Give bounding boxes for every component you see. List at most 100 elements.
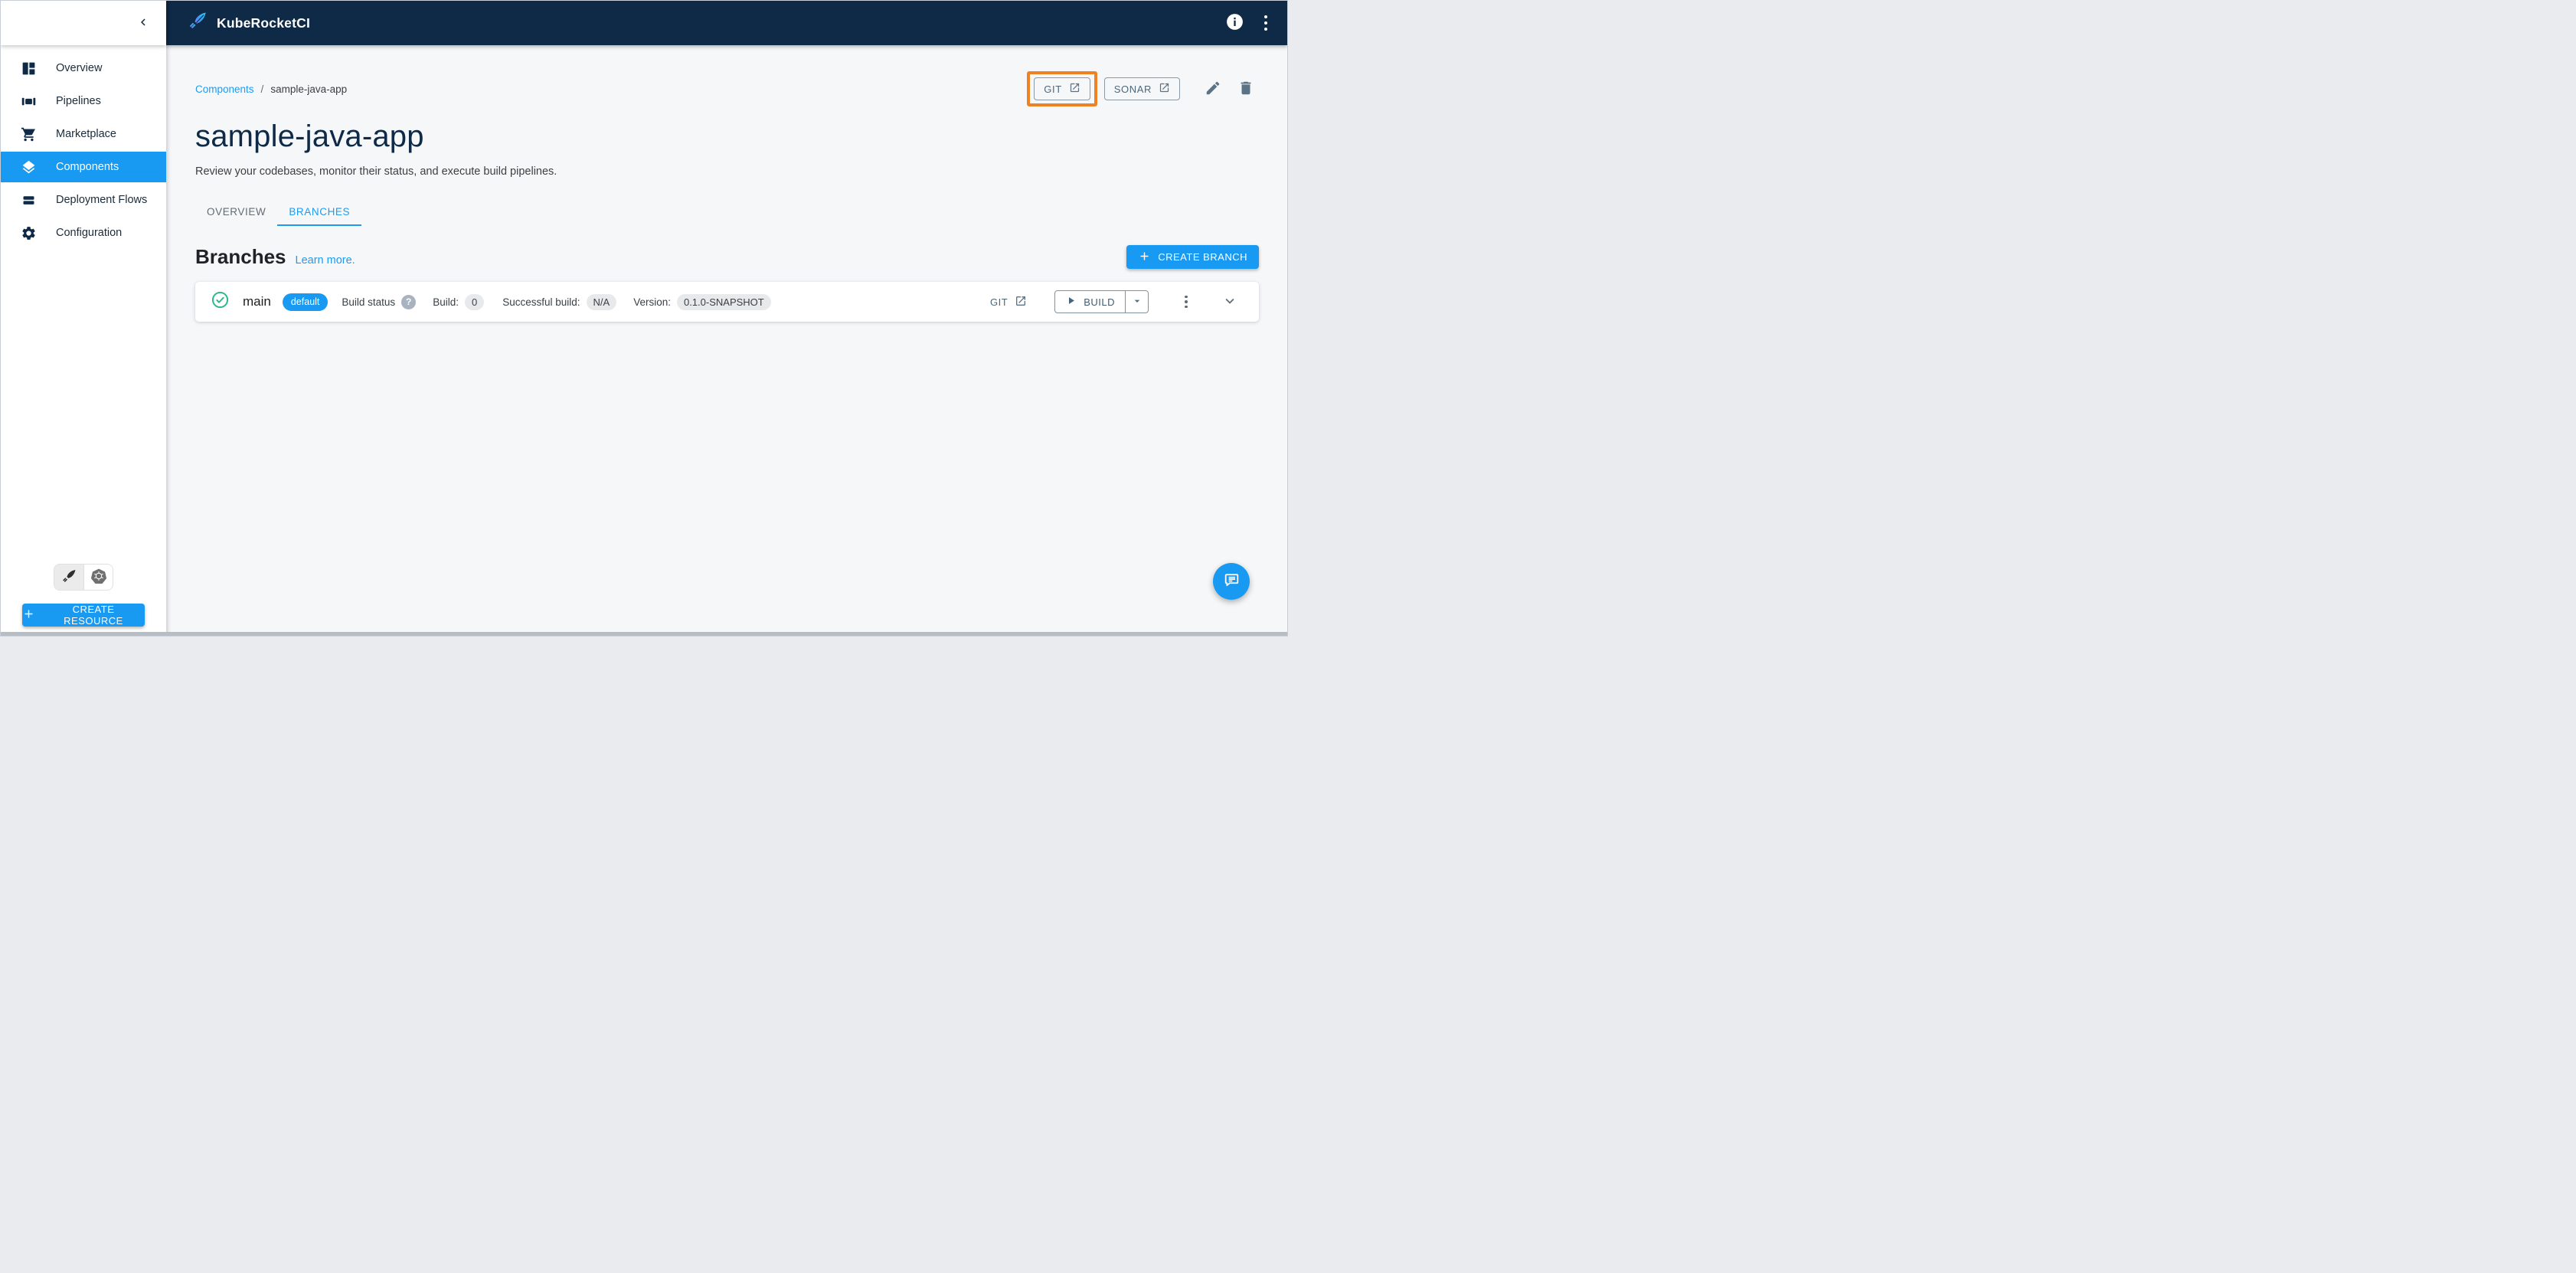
external-link-icon — [1069, 82, 1080, 96]
sidebar-item-pipelines[interactable]: Pipelines — [1, 86, 166, 116]
build-status-label: Build status — [342, 296, 396, 308]
dashboard-icon — [20, 60, 37, 77]
build-label: Build: — [433, 296, 459, 308]
trash-icon — [1237, 80, 1254, 99]
sidebar-collapse-button[interactable] — [131, 11, 155, 35]
toggle-kubernetes-button[interactable] — [83, 565, 113, 590]
sidebar-item-marketplace[interactable]: Marketplace — [1, 119, 166, 149]
version-badge: 0.1.0-SNAPSHOT — [676, 293, 771, 310]
pipelines-icon — [20, 93, 37, 110]
build-button[interactable]: BUILD — [1055, 291, 1125, 313]
plus-icon — [22, 607, 35, 623]
info-button[interactable] — [1225, 12, 1244, 34]
tab-overview[interactable]: OVERVIEW — [195, 198, 277, 226]
breadcrumb: Components / sample-java-app — [195, 83, 347, 95]
sidebar-item-label: Components — [56, 161, 119, 173]
flows-icon — [20, 191, 37, 208]
chevron-left-icon — [136, 15, 150, 31]
version-group: Version: 0.1.0-SNAPSHOT — [633, 293, 771, 310]
branches-heading: Branches — [195, 245, 286, 268]
sidebar-item-label: Overview — [56, 62, 103, 74]
app-logo[interactable]: KubeRocketCI — [188, 11, 310, 35]
build-count-group: Build: 0 — [433, 293, 485, 310]
git-button-label: GIT — [1044, 83, 1062, 95]
overflow-menu-button[interactable] — [1263, 15, 1267, 31]
git-link-label: GIT — [990, 296, 1008, 308]
kuberocketci-app: Overview Pipelines Marketplace Component… — [0, 0, 1288, 636]
kuberocketci-logo-icon — [188, 11, 208, 35]
sidebar-item-label: Deployment Flows — [56, 194, 148, 206]
caret-down-icon — [1131, 295, 1143, 309]
pencil-icon — [1205, 80, 1221, 99]
sidebar-item-label: Pipelines — [56, 95, 101, 107]
chat-icon — [1222, 571, 1241, 592]
sidebar-item-deployment-flows[interactable]: Deployment Flows — [1, 185, 166, 215]
branch-expand-button[interactable] — [1218, 290, 1242, 314]
sidebar-item-label: Configuration — [56, 227, 123, 239]
chat-fab-button[interactable] — [1213, 563, 1250, 600]
page-description: Review your codebases, monitor their sta… — [195, 165, 557, 178]
sidebar-header — [1, 1, 166, 45]
create-resource-button[interactable]: CREATE RESOURCE — [22, 604, 145, 627]
cart-icon — [20, 126, 37, 142]
sonar-button-label: SONAR — [1113, 83, 1152, 95]
branch-row-info: main default Build status ? Build: 0 Suc… — [211, 290, 771, 313]
delete-button[interactable] — [1233, 76, 1259, 102]
build-button-label: BUILD — [1084, 296, 1115, 308]
build-count-badge: 0 — [464, 293, 485, 310]
branch-git-link[interactable]: GIT — [990, 295, 1027, 309]
branch-name: main — [243, 294, 271, 309]
success-check-icon — [211, 290, 230, 313]
git-button-highlight: GIT — [1027, 71, 1097, 106]
top-app-bar: KubeRocketCI — [166, 1, 1287, 45]
page-title: sample-java-app — [195, 119, 424, 153]
play-icon — [1065, 295, 1077, 309]
layers-icon — [20, 159, 37, 175]
edit-button[interactable] — [1200, 76, 1226, 102]
sidebar-item-label: Marketplace — [56, 128, 116, 140]
tab-branches[interactable]: BRANCHES — [277, 198, 362, 226]
sidebar-nav: Overview Pipelines Marketplace Component… — [1, 45, 166, 248]
build-options-button[interactable] — [1125, 291, 1148, 313]
sidebar-item-configuration[interactable]: Configuration — [1, 218, 166, 248]
help-icon[interactable]: ? — [401, 294, 417, 309]
sidebar: Overview Pipelines Marketplace Component… — [1, 1, 166, 636]
create-branch-label: CREATE BRANCH — [1158, 251, 1247, 263]
branch-menu-button[interactable] — [1175, 290, 1198, 313]
branch-row-main: main default Build status ? Build: 0 Suc… — [195, 282, 1259, 322]
external-link-icon — [1159, 82, 1170, 96]
cluster-toggle-group — [54, 564, 113, 591]
breadcrumb-current: sample-java-app — [270, 83, 348, 95]
version-label: Version: — [633, 296, 671, 308]
build-split-button: BUILD — [1054, 290, 1149, 313]
sidebar-item-components[interactable]: Components — [1, 152, 166, 182]
kebab-icon — [1263, 15, 1267, 19]
branches-section-header: Branches Learn more. CREATE BRANCH — [195, 245, 1259, 269]
toggle-kuberocketci-button[interactable] — [54, 565, 83, 590]
kuberocketci-logo-icon — [61, 568, 77, 587]
sidebar-footer: CREATE RESOURCE — [1, 564, 166, 627]
build-status-group: Build status ? — [342, 294, 417, 309]
breadcrumb-components-link[interactable]: Components — [195, 83, 254, 95]
git-button[interactable]: GIT — [1034, 77, 1090, 100]
tabs: OVERVIEW BRANCHES — [195, 198, 1259, 226]
chevron-down-icon — [1221, 293, 1238, 312]
create-resource-label: CREATE RESOURCE — [64, 604, 123, 627]
external-link-icon — [1015, 295, 1027, 309]
gear-icon — [20, 224, 37, 241]
sonar-button[interactable]: SONAR — [1103, 77, 1180, 100]
plus-icon — [1138, 250, 1151, 265]
info-icon — [1225, 12, 1244, 34]
branch-row-actions: GIT BUILD — [990, 290, 1242, 314]
app-title: KubeRocketCI — [217, 15, 311, 31]
kubernetes-icon — [90, 568, 107, 587]
successful-build-label: Successful build: — [502, 296, 580, 308]
sidebar-item-overview[interactable]: Overview — [1, 53, 166, 83]
topbar-actions — [1225, 12, 1267, 34]
main-content: Components / sample-java-app GIT SONAR s… — [166, 45, 1287, 636]
breadcrumb-separator: / — [260, 83, 264, 95]
create-branch-button[interactable]: CREATE BRANCH — [1126, 245, 1259, 269]
learn-more-link[interactable]: Learn more. — [296, 254, 355, 269]
window-bottom-edge — [1, 632, 1287, 636]
page-actions: GIT SONAR — [1027, 71, 1259, 106]
